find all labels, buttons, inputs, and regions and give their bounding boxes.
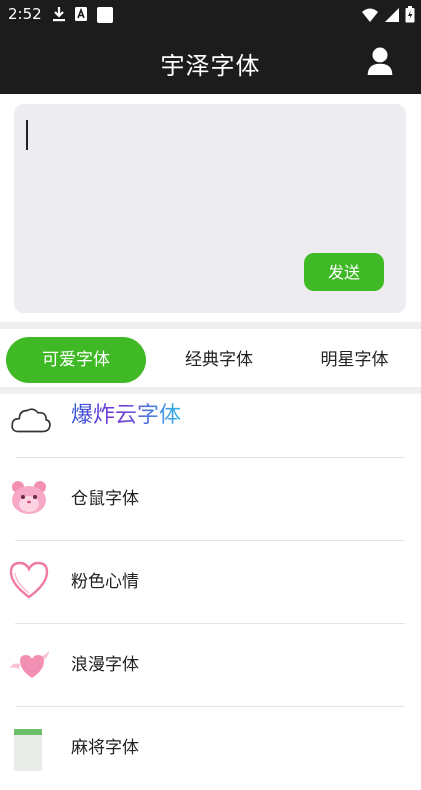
text-caret <box>26 120 28 150</box>
font-item-label: 浪漫字体 <box>71 655 139 675</box>
font-item-romantic[interactable]: 浪漫字体 <box>0 624 421 707</box>
font-item-label: 仓鼠字体 <box>71 489 139 509</box>
tab-classic-fonts[interactable]: 经典字体 <box>150 337 288 383</box>
section-divider <box>0 387 421 394</box>
font-item-explosion-cloud[interactable]: 爆炸云字体 <box>0 394 421 458</box>
font-item-label: 粉色心情 <box>71 572 139 592</box>
hamster-icon <box>12 481 46 514</box>
status-time: 2:52 <box>8 5 42 23</box>
mahjong-tile-icon <box>14 729 42 771</box>
status-left-icons <box>52 6 114 24</box>
tab-star-fonts[interactable]: 明星字体 <box>288 337 421 383</box>
send-button[interactable]: 发送 <box>304 253 384 291</box>
font-item-label: 麻将字体 <box>71 738 139 758</box>
square-icon <box>97 7 113 23</box>
profile-button[interactable] <box>365 46 395 76</box>
download-icon <box>53 7 65 22</box>
battery-icon <box>405 6 415 23</box>
font-item-hamster[interactable]: 仓鼠字体 <box>0 458 421 541</box>
person-icon <box>366 47 394 76</box>
section-divider <box>0 322 421 329</box>
wifi-icon <box>362 8 378 22</box>
font-item-pink-mood[interactable]: 粉色心情 <box>0 541 421 624</box>
app-bar: 宇泽字体 <box>0 30 421 94</box>
status-bar: 2:52 <box>0 0 421 30</box>
status-right-icons <box>361 6 415 23</box>
font-category-tabs: 可爱字体 经典字体 明星字体 <box>0 329 421 387</box>
a-box-icon <box>75 7 87 21</box>
winged-heart-icon <box>10 651 49 678</box>
font-item-label: 爆炸云字体 <box>71 394 181 438</box>
pink-heart-icon <box>9 561 49 599</box>
app-title: 宇泽字体 <box>160 52 261 80</box>
tab-cute-fonts[interactable]: 可爱字体 <box>6 337 146 383</box>
font-item-mahjong[interactable]: 麻将字体 <box>0 707 421 790</box>
text-input-area[interactable]: 发送 <box>14 104 406 313</box>
cloud-icon <box>11 408 51 433</box>
signal-icon <box>385 7 399 22</box>
